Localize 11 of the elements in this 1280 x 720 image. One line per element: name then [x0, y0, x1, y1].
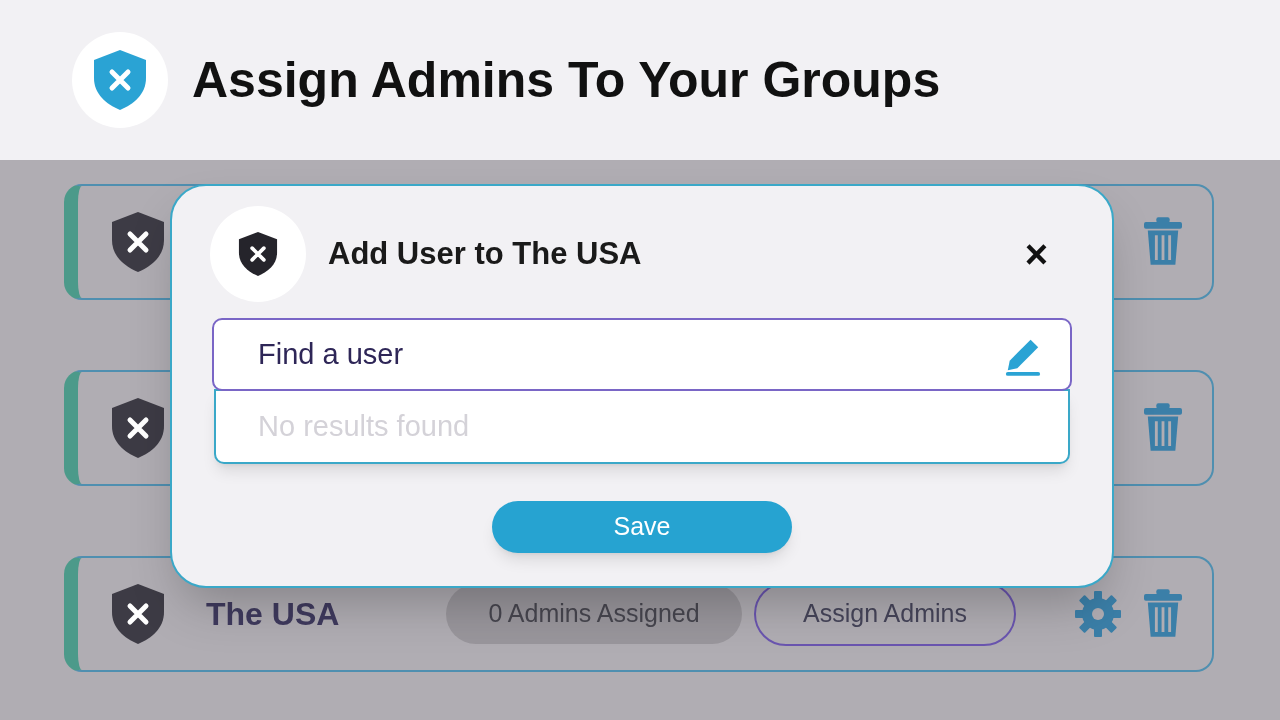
save-button[interactable]: Save [492, 501, 792, 553]
trash-icon[interactable] [1144, 589, 1182, 639]
close-button[interactable]: × [1024, 234, 1048, 274]
shield-icon [236, 230, 280, 278]
settings-icon[interactable] [1074, 590, 1122, 638]
search-field[interactable]: Find a user [212, 318, 1072, 391]
dialog-title: Add User to The USA [328, 234, 642, 273]
trash-icon[interactable] [1144, 403, 1182, 453]
trash-icon[interactable] [1144, 217, 1182, 267]
group-name: The USA [206, 595, 341, 634]
page-title: Assign Admins To Your Groups [192, 50, 941, 110]
